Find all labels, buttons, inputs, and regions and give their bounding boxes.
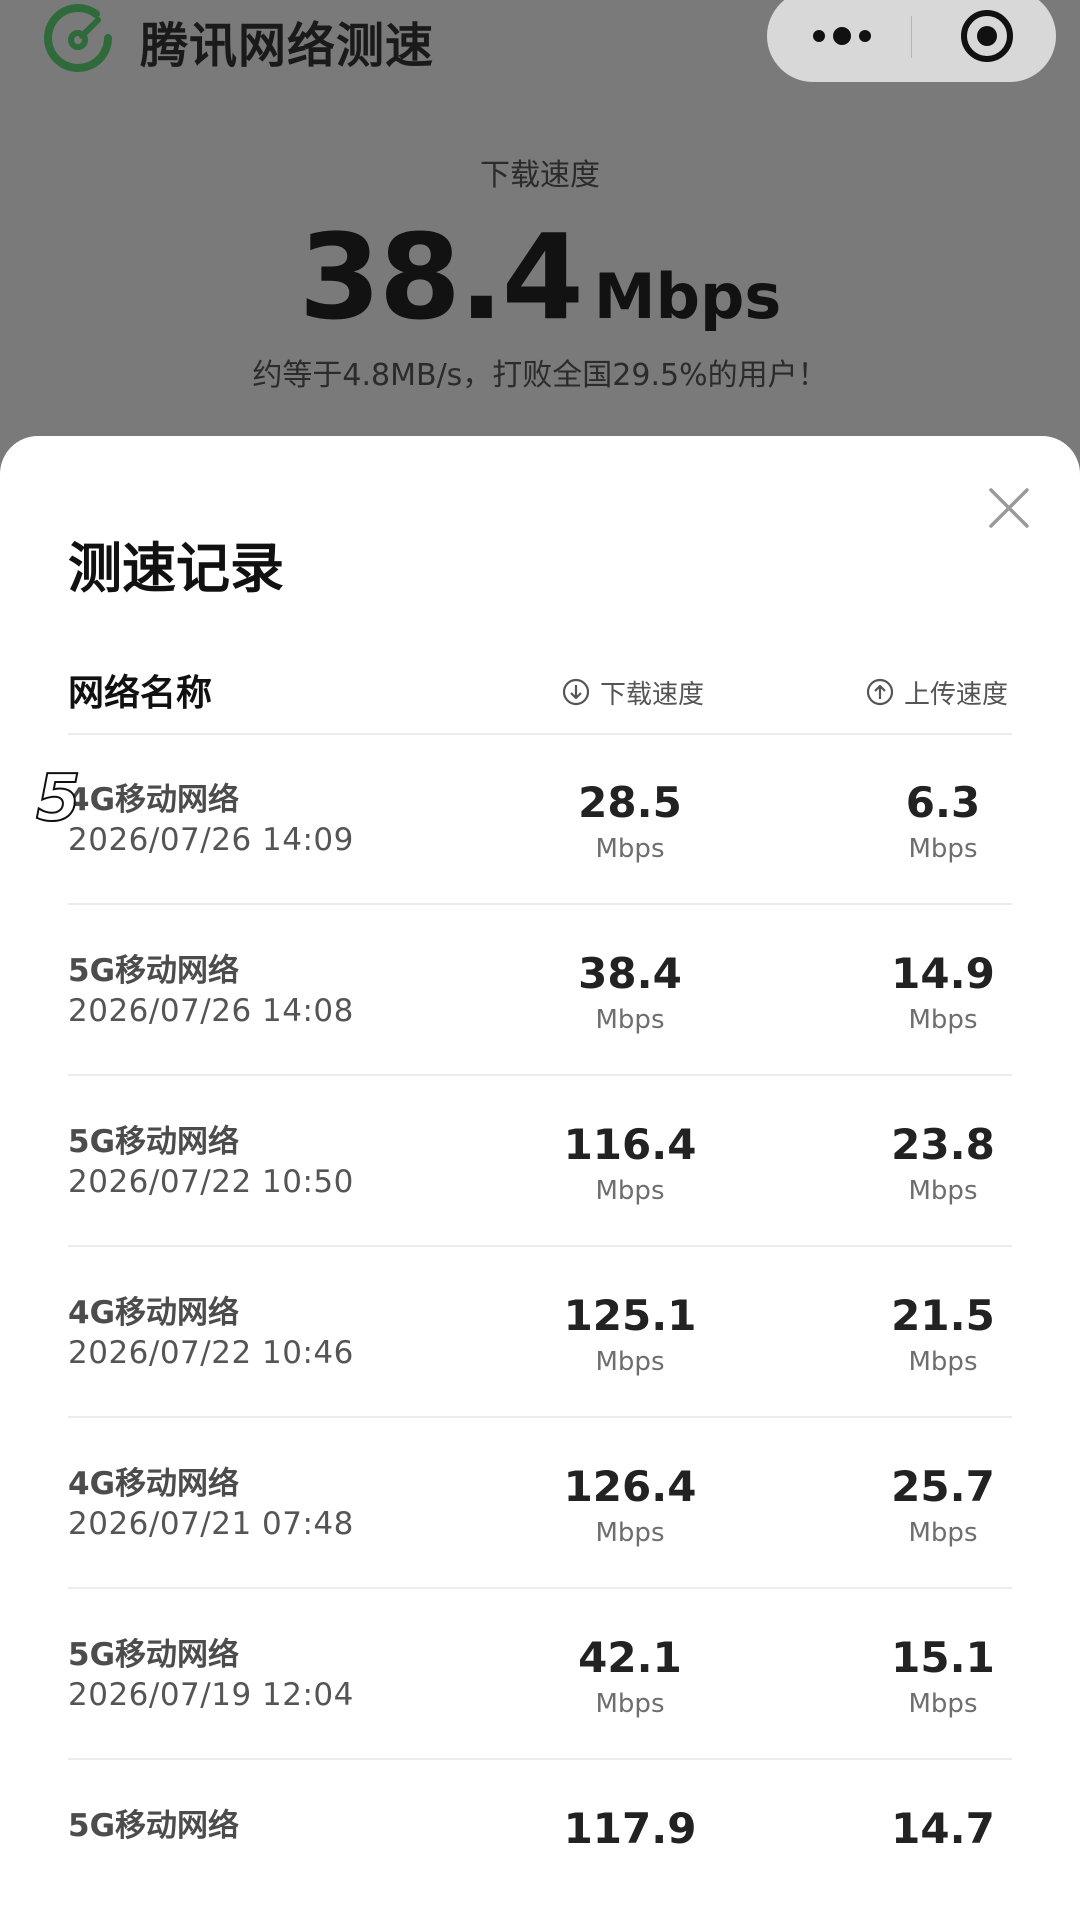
overlay-number-badge: 5 [35, 761, 82, 837]
table-row[interactable]: 5G移动网络 2026/07/19 12:04 42.1 Mbps 15.1 M… [0, 1589, 1080, 1760]
speed-result: 38.4 Mbps [0, 212, 1080, 342]
record-list[interactable]: 4G移动网络 2026/07/26 14:09 28.5 Mbps 6.3 Mb… [0, 734, 1080, 1920]
download-value: 28.5 [578, 778, 682, 827]
table-row[interactable]: 4G移动网络 2026/07/21 07:48 126.4 Mbps 25.7 … [0, 1418, 1080, 1589]
download-unit: Mbps [595, 1518, 665, 1548]
record-time: 2026/07/26 14:08 [68, 993, 354, 1029]
speed-description: 约等于4.8MB/s，打败全国29.5%的用户！ [252, 358, 828, 393]
table-row[interactable]: 5G移动网络 117.9 14.7 [0, 1760, 1080, 1920]
network-name: 4G移动网络 [68, 782, 240, 818]
mini-program-header: 腾讯网络测速 [0, 0, 1080, 90]
download-value: 125.1 [563, 1291, 697, 1340]
sheet-title: 测速记录 [68, 537, 284, 600]
network-name: 5G移动网络 [68, 1124, 240, 1160]
column-header-upload: 上传速度 [866, 674, 1008, 710]
upload-value: 14.7 [891, 1804, 995, 1853]
column-header-network: 网络名称 [68, 673, 213, 714]
download-value: 116.4 [563, 1120, 697, 1169]
download-value: 42.1 [578, 1633, 682, 1682]
record-time: 2026/07/19 12:04 [68, 1677, 354, 1713]
download-unit: Mbps [595, 834, 665, 864]
download-arrow-icon [562, 678, 590, 706]
table-row[interactable]: 4G移动网络 2026/07/22 10:46 125.1 Mbps 21.5 … [0, 1247, 1080, 1418]
upload-value: 21.5 [891, 1291, 995, 1340]
column-header-download-label: 下载速度 [600, 679, 705, 710]
download-unit: Mbps [595, 1176, 665, 1206]
screen: 腾讯网络测速 下载速度 38.4 Mbps 约等于4.8MB/s，打败全国29.… [0, 0, 1080, 1920]
column-header-upload-label: 上传速度 [904, 679, 1009, 710]
close-icon[interactable] [987, 486, 1031, 530]
download-unit: Mbps [595, 1689, 665, 1719]
app-title: 腾讯网络测速 [140, 18, 435, 74]
upload-unit: Mbps [908, 1518, 978, 1548]
record-time: 2026/07/22 10:46 [68, 1335, 354, 1371]
record-time: 2026/07/26 14:09 [68, 822, 354, 858]
download-unit: Mbps [595, 1347, 665, 1377]
table-row[interactable]: 5G移动网络 2026/07/26 14:08 38.4 Mbps 14.9 M… [0, 905, 1080, 1076]
upload-value: 25.7 [891, 1462, 995, 1511]
network-name: 4G移动网络 [68, 1295, 240, 1331]
column-header-download: 下载速度 [562, 674, 704, 710]
network-name: 5G移动网络 [68, 953, 240, 989]
upload-value: 6.3 [905, 778, 981, 827]
speed-unit: Mbps [593, 260, 782, 333]
upload-arrow-icon [866, 678, 894, 706]
upload-value: 23.8 [891, 1120, 995, 1169]
speedometer-icon [44, 4, 112, 72]
capsule-menu [767, 0, 1056, 82]
speed-value: 38.4 [298, 208, 584, 346]
upload-value: 15.1 [891, 1633, 995, 1682]
network-name: 4G移动网络 [68, 1466, 240, 1502]
record-time: 2026/07/22 10:50 [68, 1164, 354, 1200]
network-name: 5G移动网络 [68, 1637, 240, 1673]
download-speed-label: 下载速度 [480, 158, 600, 193]
download-value: 126.4 [563, 1462, 697, 1511]
upload-unit: Mbps [908, 1005, 978, 1035]
record-time: 2026/07/21 07:48 [68, 1506, 354, 1542]
table-row[interactable]: 5G移动网络 2026/07/22 10:50 116.4 Mbps 23.8 … [0, 1076, 1080, 1247]
history-sheet: 测速记录 网络名称 下载速度 上传速度 4G移动网络 2026/07/26 14… [0, 436, 1080, 1920]
download-value: 38.4 [578, 949, 682, 998]
upload-unit: Mbps [908, 1347, 978, 1377]
table-row[interactable]: 4G移动网络 2026/07/26 14:09 28.5 Mbps 6.3 Mb… [0, 734, 1080, 905]
more-dots-icon[interactable] [807, 16, 877, 56]
capsule-divider [911, 16, 912, 58]
upload-unit: Mbps [908, 1689, 978, 1719]
download-value: 117.9 [563, 1804, 697, 1853]
target-close-icon[interactable] [957, 6, 1017, 66]
network-name: 5G移动网络 [68, 1808, 240, 1844]
download-unit: Mbps [595, 1005, 665, 1035]
upload-value: 14.9 [891, 949, 995, 998]
upload-unit: Mbps [908, 834, 978, 864]
upload-unit: Mbps [908, 1176, 978, 1206]
